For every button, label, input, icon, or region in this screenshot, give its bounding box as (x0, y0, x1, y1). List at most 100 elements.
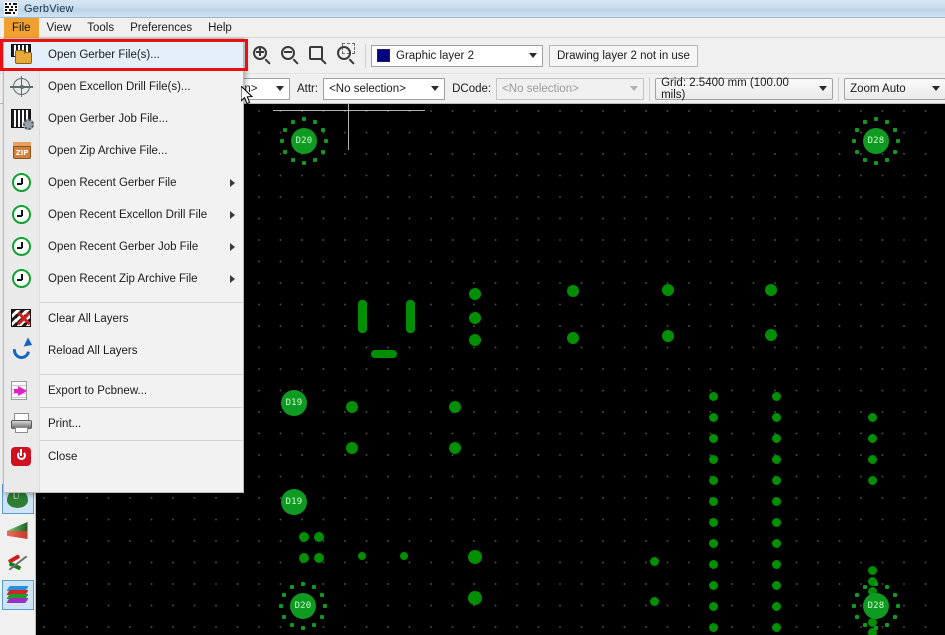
gerber-pad (867, 433, 877, 443)
zip-icon: ZIP (4, 135, 40, 167)
gerber-pad (649, 596, 659, 606)
zoom-select[interactable]: Zoom Auto (844, 77, 945, 100)
clear-all-layers-icon (4, 303, 40, 335)
gerber-pad (469, 334, 481, 346)
layer-select-value: Graphic layer 2 (396, 49, 474, 62)
toolbar-separator (838, 76, 840, 101)
menu-item-export-to-pcbnew[interactable]: Export to Pcbnew... (4, 375, 243, 407)
zoom-out-button[interactable] (276, 42, 304, 70)
gerber-pad (346, 401, 358, 413)
gerber-pad (662, 330, 674, 342)
gerber-pad (708, 580, 718, 590)
menu-item-clear-all-layers[interactable]: Clear All Layers (4, 303, 243, 335)
layer-select[interactable]: Graphic layer 2 (371, 44, 543, 67)
gerber-pad (867, 565, 877, 575)
menu-item-open-excellon-drill-files[interactable]: Open Excellon Drill File(s)... (4, 71, 243, 103)
chevron-down-icon (625, 79, 643, 99)
dcode-label: D20 (290, 593, 316, 619)
menu-item-open-recent-gerber-job-file[interactable]: Open Recent Gerber Job File (4, 231, 243, 263)
file-menu-dropdown: Open Gerber File(s)... Open Excellon Dri… (3, 38, 244, 493)
attr-select-value: <No selection> (329, 82, 406, 95)
chevron-down-icon (814, 79, 832, 99)
menu-item-open-recent-excellon-drill-file[interactable]: Open Recent Excellon Drill File (4, 199, 243, 231)
gerber-pad (662, 284, 674, 296)
gerber-trace (406, 300, 415, 333)
title-bar: GerbView (0, 0, 945, 18)
chevron-down-icon (426, 79, 444, 99)
menu-item-close[interactable]: Close (4, 441, 243, 473)
menu-item-open-zip-archive-file[interactable]: ZIP Open Zip Archive File... (4, 135, 243, 167)
attr-label: Attr: (297, 82, 319, 95)
window-title: GerbView (24, 2, 74, 15)
menu-tools[interactable]: Tools (79, 18, 122, 38)
menu-item-open-recent-zip-archive-file[interactable]: Open Recent Zip Archive File (4, 263, 243, 295)
attr-select[interactable]: <No selection> (323, 77, 446, 100)
gerber-pad (708, 475, 718, 485)
menu-item-reload-all-layers[interactable]: Reload All Layers (4, 335, 243, 367)
gerber-pad (708, 391, 718, 401)
zoom-area-icon (336, 43, 356, 65)
menu-item-open-recent-gerber-file[interactable]: Open Recent Gerber File (4, 167, 243, 199)
gerber-pad (708, 412, 718, 422)
no-dcode-display-button[interactable] (2, 548, 34, 578)
dcode-select[interactable]: <No selection> (496, 77, 645, 100)
gerber-pad (708, 622, 718, 632)
gerber-trace (358, 300, 367, 333)
gerber-pad (708, 433, 718, 443)
gerber-pad (708, 538, 718, 548)
submenu-arrow-icon (230, 179, 235, 187)
gerber-pad (400, 552, 408, 560)
menu-item-label: Open Zip Archive File... (48, 145, 168, 157)
gerber-pad (708, 496, 718, 506)
print-icon (4, 408, 40, 440)
gerber-pad (314, 553, 324, 563)
menu-item-label: Open Gerber File(s)... (48, 49, 160, 61)
menu-preferences[interactable]: Preferences (122, 18, 200, 38)
gerber-pad (765, 329, 777, 341)
gerber-pad (708, 559, 718, 569)
dcode-label: D28 (863, 128, 889, 154)
layers-manager-icon (5, 584, 30, 606)
gerber-pad (468, 591, 482, 605)
gerbview-icon (4, 1, 18, 16)
menu-item-label: Export to Pcbnew... (48, 385, 148, 397)
menu-help[interactable]: Help (200, 18, 240, 38)
close-icon (4, 441, 40, 473)
chevron-down-icon (524, 46, 542, 66)
chevron-down-icon (271, 79, 289, 99)
dcode-label: DCode: (452, 82, 492, 95)
menu-item-label: Open Recent Gerber Job File (48, 241, 199, 253)
gerber-pad (771, 622, 781, 632)
zoom-in-button[interactable] (248, 42, 276, 70)
gerber-pad (358, 552, 366, 560)
menu-item-label: Open Gerber Job File... (48, 113, 169, 125)
zoom-select-value: Zoom Auto (850, 82, 906, 95)
grid-select[interactable]: Grid: 2.5400 mm (100.00 mils) (655, 77, 834, 101)
zoom-fit-button[interactable] (304, 42, 332, 70)
layer-color-swatch (377, 49, 390, 62)
dcode-label: D20 (291, 128, 317, 154)
menu-item-label: Print... (48, 418, 82, 430)
menu-file[interactable]: File (4, 17, 39, 38)
chevron-down-icon (927, 79, 945, 99)
menu-item-open-gerber-files[interactable]: Open Gerber File(s)... (4, 39, 243, 71)
gerber-job-icon (4, 103, 40, 135)
menu-item-print[interactable]: Print... (4, 408, 243, 440)
menu-view[interactable]: View (39, 18, 80, 38)
negative-objects-button[interactable] (2, 516, 34, 546)
gerber-pad (771, 412, 781, 422)
gerber-pad (771, 496, 781, 506)
export-icon (4, 375, 40, 407)
gerbview-window: GerbView File View Tools Preferences Hel… (0, 0, 945, 635)
gerber-pad (708, 517, 718, 527)
gerber-pad (469, 288, 481, 300)
gerber-pad (765, 284, 777, 296)
zip-icon-text: ZIP (15, 149, 29, 157)
gerber-trace (371, 350, 397, 358)
gerber-pad (449, 401, 461, 413)
menu-item-label: Open Excellon Drill File(s)... (48, 81, 191, 93)
layers-manager-button[interactable] (1, 580, 34, 610)
menu-item-open-gerber-job-file[interactable]: Open Gerber Job File... (4, 103, 243, 135)
zoom-area-button[interactable] (332, 42, 360, 70)
gerber-pad (771, 454, 781, 464)
